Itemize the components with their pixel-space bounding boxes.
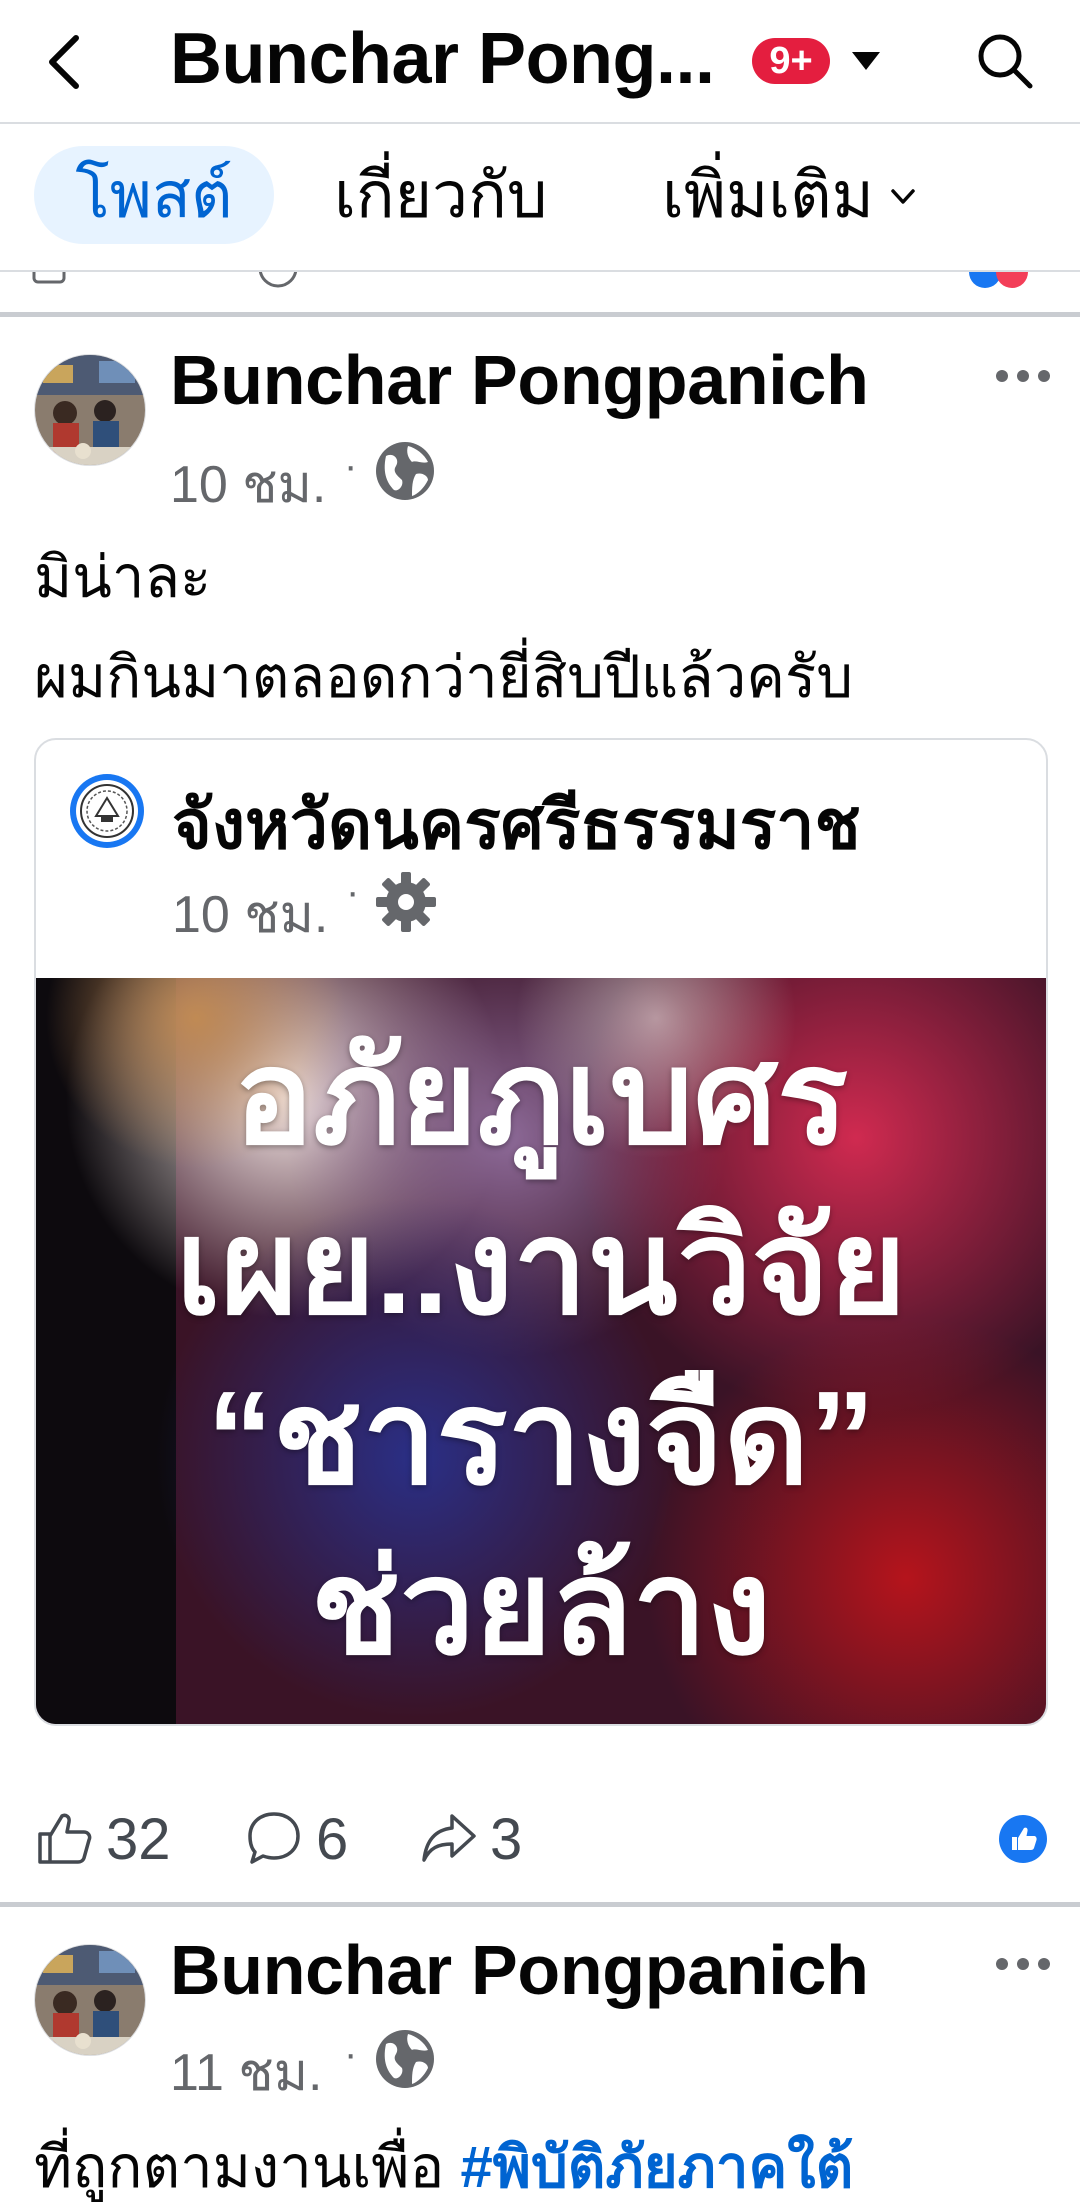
- caret-down-icon: [852, 52, 880, 70]
- image-caption-line: “ชารางจืด”: [206, 1364, 876, 1511]
- avatar[interactable]: [34, 1944, 146, 2056]
- post-options-button[interactable]: [994, 364, 1052, 388]
- post-separator: [0, 1902, 1080, 1907]
- tab-more-label: เพิ่มเติม: [662, 159, 874, 231]
- comment-button[interactable]: 6: [244, 1800, 374, 1880]
- post-separator: [0, 312, 1080, 317]
- back-button[interactable]: [30, 22, 102, 102]
- comment-count: 6: [316, 1807, 349, 1872]
- avatar-photo: [35, 1945, 145, 2055]
- profile-tabs: โพสต์ เกี่ยวกับ เพิ่มเติม: [0, 124, 1080, 270]
- post-options-button[interactable]: [994, 1952, 1052, 1976]
- author-name[interactable]: Bunchar Pongpanich: [170, 340, 869, 420]
- tab-more[interactable]: เพิ่มเติม: [662, 146, 916, 244]
- post-time[interactable]: 10 ชม.: [170, 442, 326, 525]
- shared-post-card[interactable]: จังหวัดนครศรีธรรมราช 10 ชม. · อภัยภูเบศร…: [34, 738, 1048, 1726]
- search-button[interactable]: [974, 30, 1036, 92]
- like-button[interactable]: 32: [34, 1800, 184, 1880]
- post-text-line: มิน่าละ: [34, 545, 212, 610]
- meta-separator: ·: [344, 2032, 358, 2076]
- post-time[interactable]: 11 ชม.: [170, 2030, 322, 2113]
- share-count: 3: [490, 1807, 523, 1872]
- share-icon: [422, 1814, 476, 1862]
- image-caption-line: อภัยภูเบศร: [233, 1024, 849, 1171]
- meta-separator: ·: [346, 870, 360, 914]
- image-caption-line: ช่วยล้าง: [310, 1534, 772, 1681]
- meta-separator: ·: [344, 444, 358, 488]
- notification-badge[interactable]: 9+: [752, 38, 830, 84]
- avatar-photo: [35, 355, 145, 465]
- top-bar: Bunchar Pong... 9+: [0, 0, 1080, 122]
- like-count: 32: [106, 1807, 171, 1872]
- comment-icon: [248, 1812, 300, 1864]
- search-icon: [978, 34, 1033, 89]
- author-name[interactable]: Bunchar Pongpanich: [170, 1930, 869, 2010]
- more-options-icon: [996, 1958, 1050, 1970]
- image-caption-line: เผย..งานวิจัย: [175, 1194, 907, 1341]
- hashtag-link[interactable]: #พิบัติภัยภาคใต้: [460, 2135, 853, 2200]
- previous-post-actions-partial: [0, 272, 1080, 312]
- back-arrow-icon: [49, 35, 79, 89]
- more-options-icon: [996, 370, 1050, 382]
- share-button[interactable]: 3: [418, 1800, 548, 1880]
- avatar[interactable]: [34, 354, 146, 466]
- post-text-line: ผมกินมาตลอดกว่ายี่สิบปีแล้วครับ: [34, 645, 854, 710]
- page-title[interactable]: Bunchar Pong...: [170, 18, 715, 100]
- gear-icon: [376, 872, 436, 932]
- shared-post-time[interactable]: 10 ชม.: [172, 872, 328, 955]
- globe-icon: [376, 442, 434, 500]
- globe-icon: [376, 2030, 434, 2088]
- post-text-prefix: ที่ถูกตามงานเพื่อ: [34, 2135, 461, 2200]
- like-reaction-icon[interactable]: [998, 1814, 1048, 1864]
- shared-post-image[interactable]: อภัยภูเบศร เผย..งานวิจัย “ชารางจืด” ช่วย…: [36, 978, 1046, 1724]
- account-switch-dropdown[interactable]: [848, 46, 884, 76]
- partial-action-icons: [32, 272, 1028, 288]
- tab-posts[interactable]: โพสต์: [34, 146, 274, 244]
- tab-about[interactable]: เกี่ยวกับ: [334, 146, 547, 244]
- page-logo[interactable]: [68, 772, 146, 850]
- post-text-line: ที่ถูกตามงานเพื่อ #พิบัติภัยภาคใต้: [34, 2124, 1044, 2212]
- shared-page-name[interactable]: จังหวัดนครศรีธรรมราช: [172, 770, 861, 878]
- chevron-down-icon: [891, 189, 915, 204]
- thumbs-up-icon: [38, 1813, 92, 1864]
